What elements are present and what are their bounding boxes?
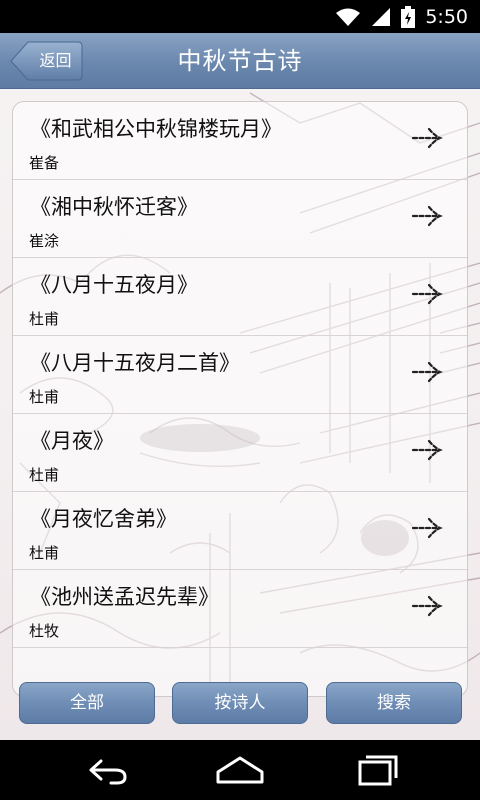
- poem-author: 杜甫: [29, 310, 60, 328]
- poem-title: 《八月十五夜月》: [30, 273, 198, 297]
- arrow-right-icon: [411, 361, 443, 383]
- search-button[interactable]: 搜索: [326, 682, 462, 724]
- poem-title: 《八月十五夜月二首》: [30, 351, 240, 375]
- poem-title: 《池州送孟迟先辈》: [30, 585, 219, 609]
- poem-author: 杜甫: [29, 466, 60, 484]
- battery-icon: [401, 5, 416, 28]
- poem-title: 《和武相公中秋锦楼玩月》: [30, 117, 282, 141]
- arrow-right-icon: [411, 595, 443, 617]
- back-icon[interactable]: [77, 750, 137, 790]
- page-title: 中秋节古诗: [177, 47, 303, 75]
- status-icons: 5:50: [335, 4, 468, 29]
- arrow-right-icon: [411, 517, 443, 539]
- poem-list-item[interactable]: 《池州送孟迟先辈》 杜牧: [13, 570, 467, 648]
- back-button[interactable]: 返回: [10, 41, 83, 81]
- home-icon[interactable]: [210, 750, 270, 790]
- poem-author: 杜牧: [29, 622, 60, 640]
- arrow-right-icon: [411, 127, 443, 149]
- back-button-label: 返回: [39, 51, 72, 70]
- by-poet-button[interactable]: 按诗人: [172, 682, 308, 724]
- signal-icon: [372, 7, 391, 26]
- poem-list-item[interactable]: 《湘中秋怀迁客》 崔涂: [13, 180, 467, 258]
- navigation-bar: [0, 740, 480, 800]
- poem-author: 杜甫: [29, 388, 60, 406]
- poem-author: 杜甫: [29, 544, 60, 562]
- title-bar: 返回 中秋节古诗: [0, 33, 480, 89]
- status-time: 5:50: [425, 5, 468, 28]
- poem-title: 《湘中秋怀迁客》: [30, 195, 198, 219]
- poem-list: 《和武相公中秋锦楼玩月》 崔备 《湘中秋怀迁客》 崔涂 《八月十五夜月》 杜甫 …: [12, 101, 468, 697]
- poem-list-item[interactable]: 《八月十五夜月二首》 杜甫: [13, 336, 467, 414]
- arrow-right-icon: [411, 205, 443, 227]
- all-button[interactable]: 全部: [19, 682, 155, 724]
- poem-list-item[interactable]: 《和武相公中秋锦楼玩月》 崔备: [13, 102, 467, 180]
- poem-list-item[interactable]: 《八月十五夜月》 杜甫: [13, 258, 467, 336]
- wifi-icon: [336, 8, 361, 26]
- poem-author: 崔涂: [29, 232, 60, 250]
- recents-icon[interactable]: [344, 750, 404, 790]
- poem-title: 《月夜忆舍弟》: [30, 507, 177, 531]
- arrow-right-icon: [411, 283, 443, 305]
- status-bar: 5:50: [0, 0, 480, 33]
- poem-author: 崔备: [29, 154, 60, 172]
- poem-list-item[interactable]: 《月夜忆舍弟》 杜甫: [13, 492, 467, 570]
- app-content: 返回 中秋节古诗 《和武相公中秋锦楼玩月》 崔备 《湘中秋怀迁客》 崔涂 《八月…: [0, 33, 480, 740]
- poem-title: 《月夜》: [30, 429, 114, 453]
- arrow-right-icon: [411, 439, 443, 461]
- poem-list-item[interactable]: 《月夜》 杜甫: [13, 414, 467, 492]
